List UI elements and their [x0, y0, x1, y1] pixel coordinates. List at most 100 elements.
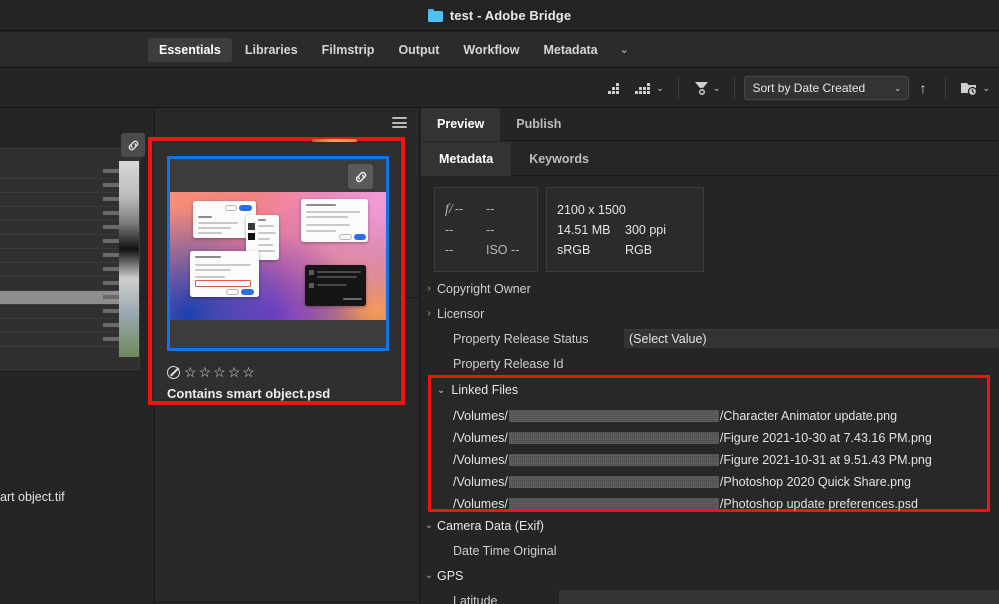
linked-file-item[interactable]: /Volumes/ /Character Animator update.png	[453, 405, 983, 427]
linked-file-item[interactable]: /Volumes/ /Figure 2021-10-30 at 7.43.16 …	[453, 427, 983, 449]
sort-descending-chevron-icon[interactable]: ⌄	[656, 83, 664, 94]
link-icon	[355, 171, 366, 182]
sort-ascending-icon	[608, 82, 620, 94]
redacted-path-bar	[508, 454, 719, 466]
preview-publish-tabs: Preview Publish	[421, 108, 999, 141]
rating-stars[interactable]: ☆ ☆ ☆ ☆ ☆	[167, 365, 255, 379]
workspace-overflow-chevron-icon[interactable]: ⌄	[611, 39, 638, 60]
camera-data-grid: f/-- -- -- -- -- ISO --	[435, 188, 537, 271]
metadata-row-copyright-owner[interactable]: › Copyright Owner	[421, 276, 999, 301]
folder-clock-icon	[961, 83, 978, 96]
panel-accent-underline	[312, 139, 357, 142]
linked-file-name: /Figure 2021-10-31 at 9.51.43 PM.png	[719, 453, 932, 467]
partial-item-link-badge	[121, 133, 145, 157]
file-summary-box: 2100 x 1500 14.51 MB 300 ppi sRGB RGB	[546, 187, 704, 272]
star-2[interactable]: ☆	[199, 365, 212, 379]
linked-file-item[interactable]: /Volumes/ /Photoshop 2020 Quick Share.pn…	[453, 471, 983, 493]
filter-button[interactable]: ⌄	[688, 77, 726, 99]
link-icon	[128, 140, 138, 150]
toolbar-divider-3	[945, 78, 947, 98]
partial-item-label: art object.tif	[0, 490, 65, 504]
workspace-tabs: Essentials Libraries Filmstrip Output Wo…	[148, 37, 638, 62]
linked-file-name: /Photoshop update preferences.psd	[719, 497, 918, 511]
chevron-right-icon[interactable]: ›	[421, 283, 437, 294]
metadata-row-property-release-id[interactable]: Property Release Id	[421, 351, 999, 376]
sort-by-select[interactable]: Sort by Date Created ⌄	[744, 76, 910, 100]
linked-file-prefix: /Volumes/	[453, 409, 508, 423]
hamburger-menu-icon[interactable]	[392, 117, 407, 128]
sort-ascending-button[interactable]	[602, 78, 629, 99]
thumb-dialog-3	[301, 199, 368, 242]
tab-keywords[interactable]: Keywords	[511, 142, 607, 176]
metadata-row-property-release-status[interactable]: Property Release Status (Select Value)	[421, 326, 999, 351]
title-bar-content: test - Adobe Bridge	[427, 7, 572, 23]
linked-file-name: /Character Animator update.png	[719, 409, 898, 423]
recent-folders-chevron-icon[interactable]: ⌄	[982, 83, 990, 94]
metadata-keywords-tabs: Metadata Keywords	[421, 142, 999, 176]
left-panel: art object.tif	[0, 108, 155, 604]
redacted-path-bar	[508, 476, 719, 488]
linked-files-section: ⌄ Linked Files /Volumes/ /Character Anim…	[428, 375, 990, 512]
toolbar-divider	[677, 78, 679, 98]
metadata-label: Property Release Status	[453, 331, 589, 346]
sort-chevron-down-icon[interactable]: ⌄	[894, 83, 902, 94]
sort-descending-icon	[635, 82, 651, 94]
content-area: art object.tif ☆ ☆ ☆ ☆ ☆ Contains smart …	[0, 108, 999, 604]
reject-circle-icon[interactable]	[167, 365, 180, 379]
chevron-right-icon[interactable]: ›	[421, 308, 437, 319]
star-4[interactable]: ☆	[228, 365, 241, 379]
workspace-tab-output[interactable]: Output	[387, 38, 450, 62]
tab-preview[interactable]: Preview	[421, 108, 501, 141]
linked-file-item[interactable]: /Volumes/ /Figure 2021-10-31 at 9.51.43 …	[453, 449, 983, 471]
latitude-field[interactable]	[559, 590, 999, 604]
chevron-down-icon[interactable]: ⌄	[421, 520, 437, 531]
star-3[interactable]: ☆	[213, 365, 226, 379]
aperture-cell: f/--	[445, 202, 464, 217]
sort-direction-button[interactable]: ↑	[909, 80, 936, 96]
linked-files-header[interactable]: ⌄ Linked Files	[437, 383, 518, 397]
property-release-status-field[interactable]: (Select Value)	[624, 329, 999, 348]
selected-thumbnail-card[interactable]: ☆ ☆ ☆ ☆ ☆ Contains smart object.psd	[148, 137, 405, 405]
title-bar: test - Adobe Bridge	[0, 0, 999, 31]
shutter-cell: --	[486, 202, 495, 216]
recent-folders-button[interactable]: ⌄	[955, 77, 995, 99]
metadata-row-licensor[interactable]: › Licensor	[421, 301, 999, 326]
section-camera-data-exif[interactable]: ⌄ Camera Data (Exif)	[421, 513, 999, 538]
chevron-down-icon[interactable]: ⌄	[437, 385, 445, 396]
toolbar-divider-2	[734, 78, 736, 98]
workspace-tab-filmstrip[interactable]: Filmstrip	[311, 38, 386, 62]
tab-metadata[interactable]: Metadata	[421, 142, 512, 176]
workspace-tab-essentials[interactable]: Essentials	[148, 37, 232, 62]
partial-thumbnail-item[interactable]	[0, 148, 140, 370]
section-gps[interactable]: ⌄ GPS	[421, 563, 999, 588]
thumbnail-preview-image	[170, 192, 386, 320]
metadata-row-latitude[interactable]: Latitude	[421, 588, 999, 604]
linked-file-prefix: /Volumes/	[453, 431, 508, 445]
star-1[interactable]: ☆	[184, 365, 197, 379]
sort-descending-button[interactable]: ⌄	[629, 78, 669, 99]
window-title: test - Adobe Bridge	[449, 7, 572, 23]
workspace-tab-workflow[interactable]: Workflow	[452, 38, 530, 62]
redacted-path-bar	[508, 498, 719, 510]
workspace-tab-metadata[interactable]: Metadata	[532, 38, 608, 62]
linked-file-name: /Photoshop 2020 Quick Share.png	[719, 475, 911, 489]
metadata-label: Copyright Owner	[437, 281, 531, 296]
filter-chevron-icon[interactable]: ⌄	[713, 83, 721, 94]
linked-file-prefix: /Volumes/	[453, 475, 508, 489]
workspace-tab-libraries[interactable]: Libraries	[234, 38, 309, 62]
partial-thumbnail-filmstrip	[119, 161, 139, 357]
color-mode-cell: RGB	[625, 242, 653, 257]
thumbnail-letterbox-bottom	[170, 320, 386, 348]
metadata-row-date-time-original[interactable]: Date Time Original	[421, 538, 999, 563]
selected-item-filename: Contains smart object.psd	[167, 386, 331, 401]
main-toolbar: ⌄ ⌄ Sort by Date Created ⌄ ↑ ⌄	[0, 69, 999, 108]
camera-data-summary-box: f/-- -- -- -- -- ISO --	[434, 187, 538, 272]
metadata-label: Latitude	[453, 593, 498, 604]
thumb-dialog-4	[190, 251, 259, 297]
tab-publish[interactable]: Publish	[500, 108, 577, 141]
star-5[interactable]: ☆	[242, 365, 255, 379]
chevron-down-icon[interactable]: ⌄	[421, 570, 437, 581]
thumbnail-image-frame[interactable]	[167, 156, 389, 351]
metadata-label: Property Release Id	[453, 356, 564, 371]
linked-file-item[interactable]: /Volumes/ /Photoshop update preferences.…	[453, 493, 983, 515]
